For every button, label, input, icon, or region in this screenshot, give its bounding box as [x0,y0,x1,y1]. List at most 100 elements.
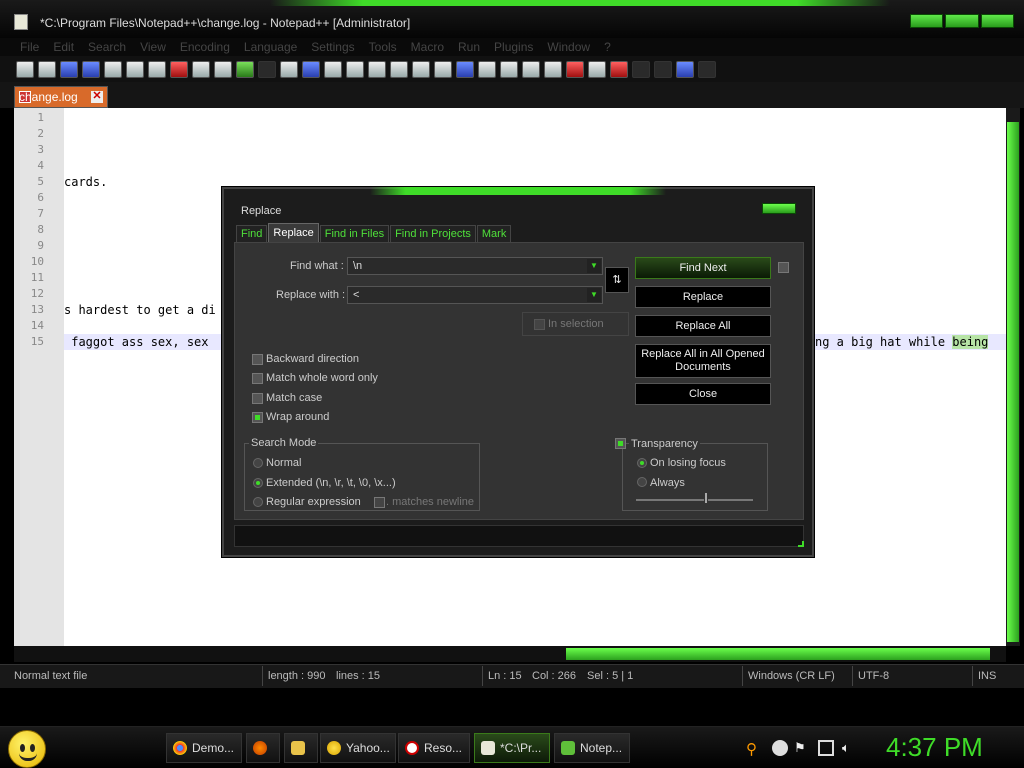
menu-help[interactable]: ? [604,40,611,54]
menu-view[interactable]: View [140,40,166,54]
wrap-around-checkbox[interactable] [252,412,263,423]
save-macro-icon[interactable] [698,60,716,78]
taskbar-item-notepad-active[interactable]: *C:\Pr... [474,733,550,763]
record-macro-icon[interactable] [610,60,628,78]
network-icon[interactable] [818,740,834,756]
resize-grip-icon[interactable] [798,541,804,547]
udl-icon[interactable] [478,60,496,78]
replace-with-input[interactable]: < ▼ [347,286,603,304]
copy-icon[interactable] [192,60,210,78]
match-whole-word-checkbox[interactable] [252,373,263,384]
close-tab-icon[interactable]: ✕ [91,91,103,103]
menu-window[interactable]: Window [547,40,590,54]
close-window-button[interactable] [980,14,1014,28]
menu-encoding[interactable]: Encoding [180,40,230,54]
volume-icon[interactable]: 🔈︎ [842,740,858,756]
print-icon[interactable] [148,60,166,78]
redo-icon[interactable] [258,60,276,78]
menu-file[interactable]: File [20,40,39,54]
taskbar-item-explorer[interactable] [284,733,318,763]
backward-direction-checkbox[interactable] [252,354,263,365]
doc-list-icon[interactable] [522,60,540,78]
menu-language[interactable]: Language [244,40,297,54]
undo-icon[interactable] [236,60,254,78]
maximize-button[interactable] [945,14,979,28]
dot-matches-newline-checkbox[interactable] [374,497,385,508]
tab-mark[interactable]: Mark [476,225,512,243]
horizontal-scrollbar[interactable] [14,646,1006,662]
folder-workspace-icon[interactable] [566,60,584,78]
tab-find-in-projects[interactable]: Find in Projects [390,225,476,243]
replace-icon[interactable] [302,60,320,78]
tab-find-in-files[interactable]: Find in Files [319,225,390,243]
search-mode-normal-radio[interactable] [253,458,263,468]
taskbar-item-chrome[interactable]: Demo... [166,733,242,763]
save-icon[interactable] [60,60,78,78]
doc-map-icon[interactable] [500,60,518,78]
status-tray-icon[interactable] [772,740,788,756]
menu-tools[interactable]: Tools [369,40,397,54]
search-mode-extended-radio[interactable] [253,478,263,488]
sync-vertical-icon[interactable] [368,60,386,78]
code-line-13[interactable]: s hardest to get a di [64,303,216,317]
transparency-slider-thumb[interactable] [703,492,708,504]
chevron-down-icon[interactable]: ▼ [587,288,601,302]
taskbar-item-firefox[interactable] [246,733,280,763]
word-wrap-icon[interactable] [412,60,430,78]
in-selection-checkbox[interactable] [534,319,545,330]
close-file-icon[interactable] [104,60,122,78]
dialog-close-button[interactable] [762,203,796,214]
cut-icon[interactable] [170,60,188,78]
run-macro-multiple-icon[interactable] [676,60,694,78]
menu-search[interactable]: Search [88,40,126,54]
transparency-slider-track[interactable] [636,499,753,501]
playback-macro-icon[interactable] [654,60,672,78]
tab-find[interactable]: Find [236,225,268,243]
tab-replace[interactable]: Replace [268,223,319,243]
taskbar-clock[interactable]: 4:37 PM [886,732,983,763]
function-list-icon[interactable] [544,60,562,78]
vertical-scroll-thumb[interactable] [1007,122,1019,642]
search-icon[interactable]: ⚲ [746,740,762,758]
find-next-button[interactable]: Find Next [635,257,771,279]
show-all-chars-icon[interactable] [434,60,452,78]
taskbar-item-resource[interactable]: Reso... [398,733,470,763]
zoom-out-icon[interactable] [346,60,364,78]
horizontal-scroll-thumb[interactable] [566,648,990,660]
replace-all-button[interactable]: Replace All [635,315,771,337]
code-line-15-right[interactable]: ng a big hat while being [815,335,989,349]
paste-icon[interactable] [214,60,232,78]
transparency-on-losing-focus-radio[interactable] [637,458,647,468]
monitoring-icon[interactable] [588,60,606,78]
code-line-15-left[interactable]: faggot ass sex, sex [64,335,208,349]
notepad-app-icon[interactable] [14,14,28,30]
indent-guide-icon[interactable] [456,60,474,78]
stop-macro-icon[interactable] [632,60,650,78]
close-button[interactable]: Close [635,383,771,405]
tab-change-log[interactable]: change.log ✕ [14,86,108,108]
code-line-5[interactable]: cards. [64,175,107,189]
menu-plugins[interactable]: Plugins [494,40,533,54]
transparency-checkbox[interactable] [615,438,626,449]
replace-all-opened-button[interactable]: Replace All in All Opened Documents [635,344,771,378]
minimize-button[interactable] [910,14,944,28]
find-what-input[interactable]: \n ▼ [347,257,603,275]
find-next-option-checkbox[interactable] [778,262,789,273]
menu-macro[interactable]: Macro [411,40,444,54]
taskbar-item-notepad[interactable]: Notep... [554,733,630,763]
action-center-flag-icon[interactable]: ⚑ [794,740,810,756]
menu-settings[interactable]: Settings [311,40,354,54]
sync-horizontal-icon[interactable] [390,60,408,78]
menu-edit[interactable]: Edit [53,40,74,54]
match-case-checkbox[interactable] [252,393,263,404]
taskbar-item-yahoo[interactable]: Yahoo... [320,733,396,763]
transparency-always-radio[interactable] [637,477,647,487]
start-button-smiley-icon[interactable] [8,730,46,768]
find-icon[interactable] [280,60,298,78]
open-file-icon[interactable] [38,60,56,78]
menu-run[interactable]: Run [458,40,480,54]
search-mode-regex-radio[interactable] [253,497,263,507]
vertical-scrollbar[interactable] [1006,108,1020,646]
save-all-icon[interactable] [82,60,100,78]
chevron-down-icon[interactable]: ▼ [587,259,601,273]
